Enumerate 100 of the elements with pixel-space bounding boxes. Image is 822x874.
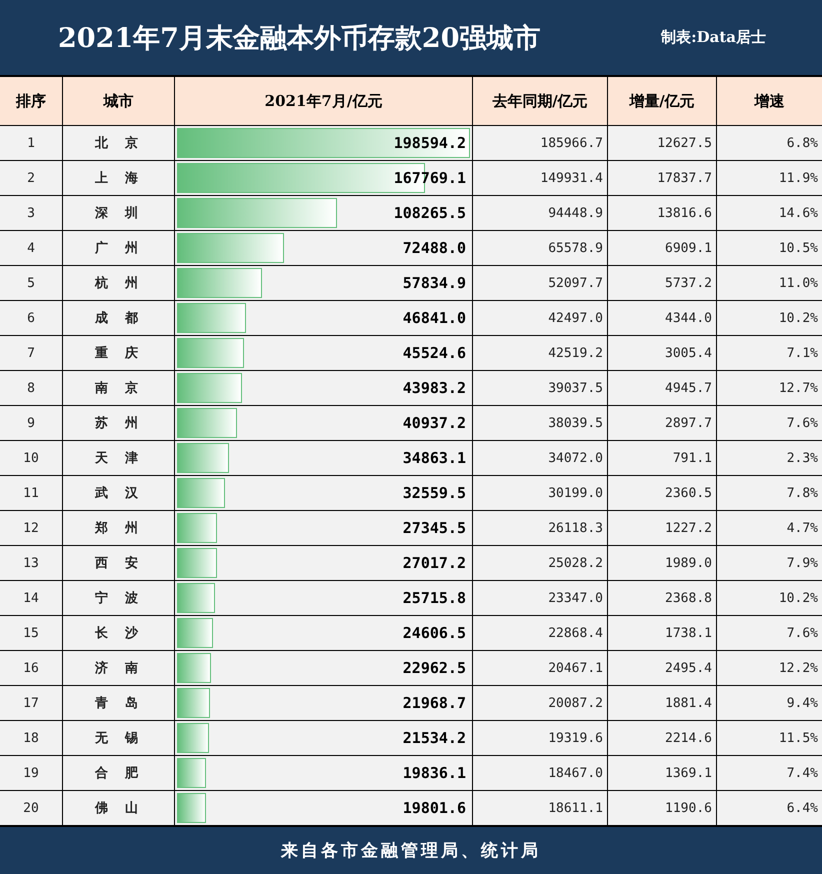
growth-cell: 7.6% [717, 616, 822, 650]
growth-cell: 12.2% [717, 651, 822, 685]
city-cell: 深圳 [63, 196, 174, 230]
rank-cell: 13 [0, 546, 62, 580]
increase-cell: 3005.4 [608, 336, 716, 370]
value-text: 19801.6 [402, 799, 466, 817]
city-cell: 天津 [63, 441, 174, 475]
rank-cell: 10 [0, 441, 62, 475]
increase-cell: 13816.6 [608, 196, 716, 230]
increase-cell: 2368.8 [608, 581, 716, 615]
rank-cell: 1 [0, 126, 62, 160]
last-year-cell: 34072.0 [473, 441, 607, 475]
growth-cell: 4.7% [717, 511, 822, 545]
rank-cell: 2 [0, 161, 62, 195]
growth-cell: 10.2% [717, 301, 822, 335]
value-text: 46841.0 [402, 309, 466, 327]
city-cell: 郑州 [63, 511, 174, 545]
value-text: 45524.6 [402, 344, 466, 362]
rank-cell: 16 [0, 651, 62, 685]
increase-cell: 1881.4 [608, 686, 716, 720]
city-cell: 无锡 [63, 721, 174, 755]
rank-cell: 3 [0, 196, 62, 230]
last-year-cell: 20467.1 [473, 651, 607, 685]
column-header: 城市 [63, 77, 174, 125]
increase-cell: 6909.1 [608, 231, 716, 265]
last-year-cell: 39037.5 [473, 371, 607, 405]
column-header: 去年同期/亿元 [473, 77, 607, 125]
author-credit: 制表:Data居士 [661, 28, 766, 47]
increase-cell: 1369.1 [608, 756, 716, 790]
last-year-cell: 25028.2 [473, 546, 607, 580]
last-year-cell: 23347.0 [473, 581, 607, 615]
value-text: 198594.2 [394, 134, 466, 152]
rank-cell: 4 [0, 231, 62, 265]
column-header: 增量/亿元 [608, 77, 716, 125]
column-header: 增速 [717, 77, 822, 125]
growth-cell: 11.0% [717, 266, 822, 300]
city-cell: 长沙 [63, 616, 174, 650]
last-year-cell: 185966.7 [473, 126, 607, 160]
value-text: 40937.2 [402, 414, 466, 432]
growth-cell: 7.4% [717, 756, 822, 790]
growth-cell: 6.8% [717, 126, 822, 160]
last-year-cell: 26118.3 [473, 511, 607, 545]
growth-cell: 12.7% [717, 371, 822, 405]
city-cell: 上海 [63, 161, 174, 195]
rank-cell: 19 [0, 756, 62, 790]
increase-cell: 17837.7 [608, 161, 716, 195]
rank-cell: 9 [0, 406, 62, 440]
value-text: 22962.5 [402, 659, 466, 677]
city-cell: 广州 [63, 231, 174, 265]
city-cell: 南京 [63, 371, 174, 405]
rank-cell: 15 [0, 616, 62, 650]
last-year-cell: 18611.1 [473, 791, 607, 825]
last-year-cell: 42519.2 [473, 336, 607, 370]
value-text: 108265.5 [394, 204, 466, 222]
increase-cell: 5737.2 [608, 266, 716, 300]
value-text: 21534.2 [402, 729, 466, 747]
city-cell: 西安 [63, 546, 174, 580]
rank-cell: 17 [0, 686, 62, 720]
growth-cell: 7.9% [717, 546, 822, 580]
last-year-cell: 149931.4 [473, 161, 607, 195]
last-year-cell: 19319.6 [473, 721, 607, 755]
rank-cell: 7 [0, 336, 62, 370]
city-cell: 青岛 [63, 686, 174, 720]
value-text: 25715.8 [402, 589, 466, 607]
rank-cell: 11 [0, 476, 62, 510]
growth-cell: 2.3% [717, 441, 822, 475]
city-cell: 武汉 [63, 476, 174, 510]
last-year-cell: 30199.0 [473, 476, 607, 510]
increase-cell: 1738.1 [608, 616, 716, 650]
last-year-cell: 38039.5 [473, 406, 607, 440]
last-year-cell: 18467.0 [473, 756, 607, 790]
value-text: 34863.1 [402, 449, 466, 467]
rank-cell: 12 [0, 511, 62, 545]
city-cell: 北京 [63, 126, 174, 160]
rank-cell: 18 [0, 721, 62, 755]
last-year-cell: 65578.9 [473, 231, 607, 265]
growth-cell: 11.5% [717, 721, 822, 755]
value-text: 21968.7 [402, 694, 466, 712]
value-text: 19836.1 [402, 764, 466, 782]
increase-cell: 2495.4 [608, 651, 716, 685]
growth-cell: 10.2% [717, 581, 822, 615]
source-note: 来自各市金融管理局、统计局 [281, 840, 541, 862]
last-year-cell: 42497.0 [473, 301, 607, 335]
city-cell: 济南 [63, 651, 174, 685]
city-cell: 成都 [63, 301, 174, 335]
rank-cell: 8 [0, 371, 62, 405]
last-year-cell: 20087.2 [473, 686, 607, 720]
growth-cell: 7.8% [717, 476, 822, 510]
last-year-cell: 22868.4 [473, 616, 607, 650]
rank-cell: 6 [0, 301, 62, 335]
growth-cell: 11.9% [717, 161, 822, 195]
city-cell: 苏州 [63, 406, 174, 440]
growth-cell: 9.4% [717, 686, 822, 720]
increase-cell: 2360.5 [608, 476, 716, 510]
rank-cell: 20 [0, 791, 62, 825]
increase-cell: 2214.6 [608, 721, 716, 755]
growth-cell: 10.5% [717, 231, 822, 265]
increase-cell: 1989.0 [608, 546, 716, 580]
rank-cell: 5 [0, 266, 62, 300]
increase-cell: 1190.6 [608, 791, 716, 825]
